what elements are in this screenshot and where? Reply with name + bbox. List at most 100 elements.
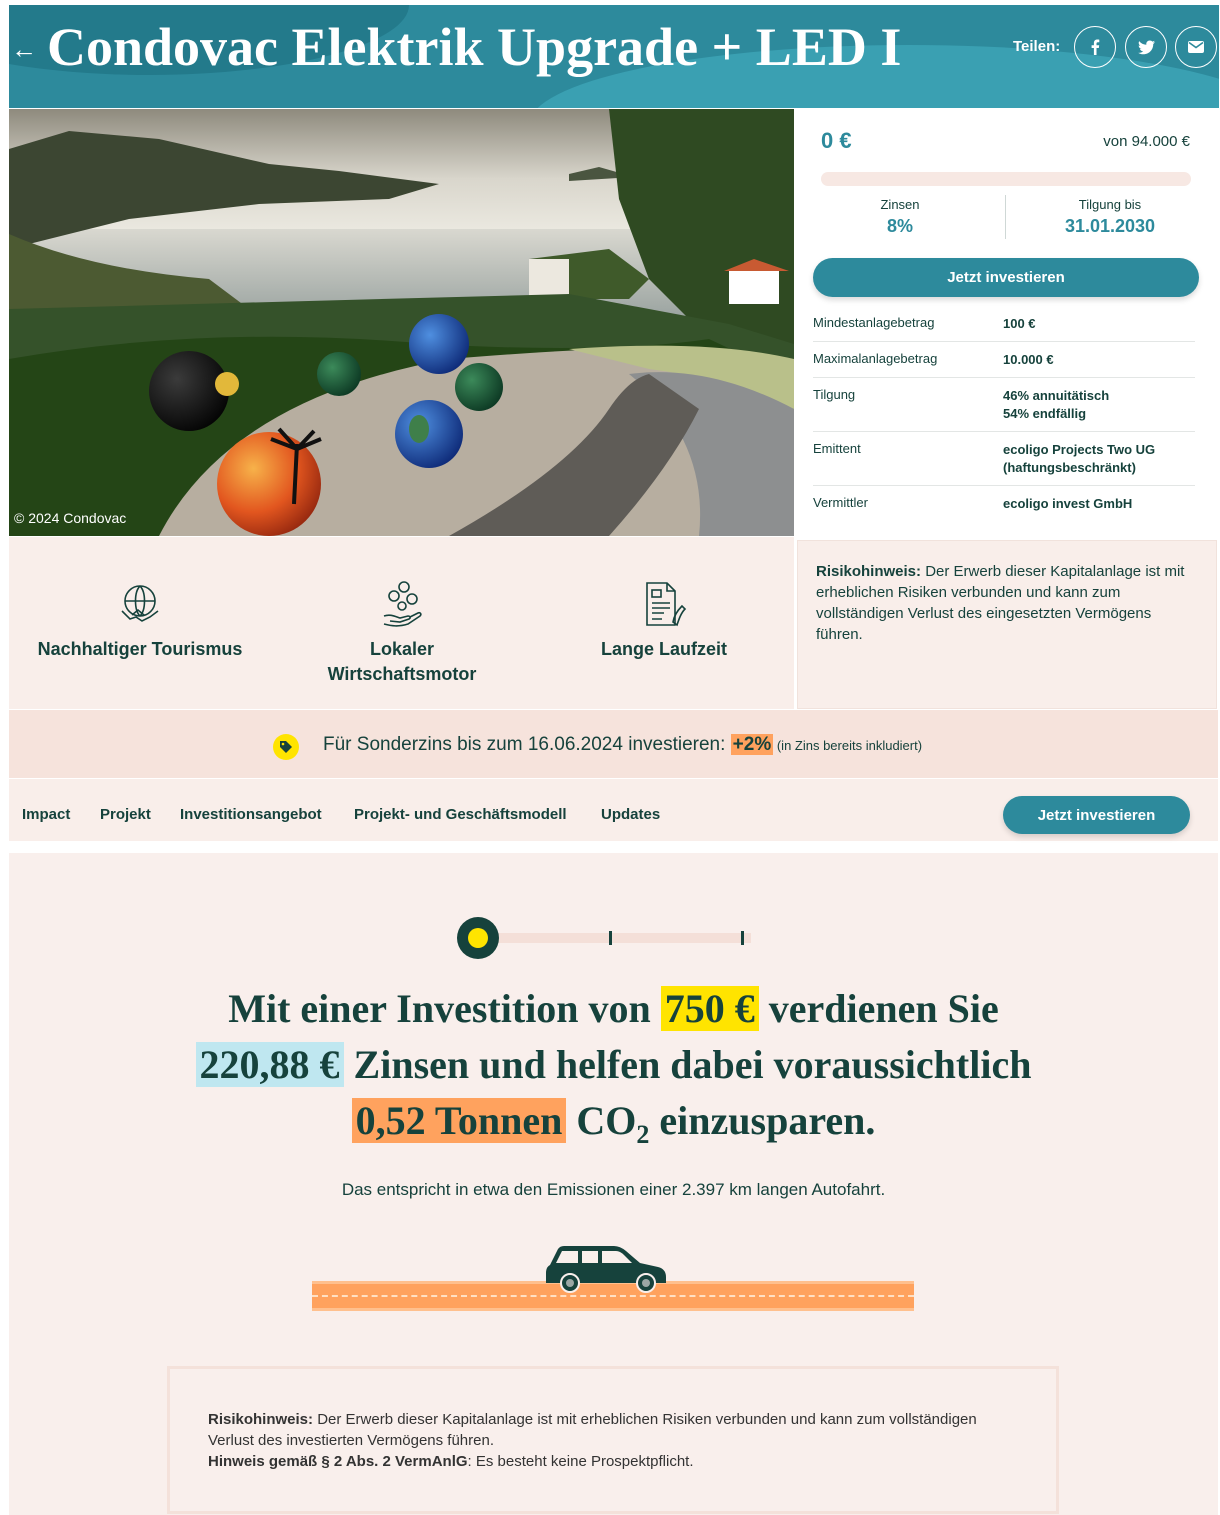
mail-share-button[interactable] (1175, 26, 1217, 68)
headline-text: CO (566, 1098, 637, 1143)
co2-subscript: 2 (636, 1120, 650, 1149)
funding-goal: von 94.000 € (1103, 133, 1190, 150)
section-nav: Impact Projekt Investitionsangebot Proje… (9, 779, 1218, 845)
detail-key: Maximalanlagebetrag (813, 351, 938, 366)
nav-item-projekt[interactable]: Projekt (100, 806, 151, 823)
detail-value-line: (haftungsbeschränkt) (1003, 460, 1136, 475)
road-marking (312, 1295, 914, 1297)
highlight-item: Nachhaltiger Tourismus (9, 580, 271, 662)
highlight-label-line: Lokaler (369, 639, 435, 659)
tag-icon (273, 734, 299, 760)
co2-amount: 0,52 Tonnen (351, 1098, 567, 1143)
legal-hint-text: : Es besteht keine Prospektpflicht. (467, 1453, 694, 1470)
detail-key: Vermittler (813, 495, 868, 510)
legal-risk-line: Risikohinweis: Der Erwerb dieser Kapital… (208, 1409, 1018, 1451)
detail-row: Tilgung 46% annuitätisch 54% endfällig (813, 378, 1195, 432)
page-header: ← Condovac Elektrik Upgrade + LED I Teil… (9, 5, 1219, 108)
risk-notice: Risikohinweis: Der Erwerb dieser Kapital… (797, 540, 1217, 709)
investment-slider-track[interactable] (487, 933, 751, 943)
highlight-item: Lokaler Wirtschaftsmotor (271, 580, 533, 687)
highlight-label-line: Wirtschaftsmotor (327, 664, 477, 684)
detail-row: Maximalanlagebetrag 10.000 € (813, 342, 1195, 378)
investment-amount: 750 € (660, 986, 759, 1031)
emissions-equivalent: Das entspricht in etwa den Emissionen ei… (341, 1180, 886, 1199)
page-title: Condovac Elektrik Upgrade + LED I (47, 17, 902, 77)
interest-label: Zinsen (880, 197, 920, 212)
headline-line: 220,88 € Zinsen und helfen dabei vorauss… (9, 1037, 1218, 1093)
highlight-label: Nachhaltiger Tourismus (37, 639, 243, 659)
invest-now-button[interactable]: Jetzt investieren (813, 258, 1199, 297)
detail-value-line: 46% annuitätisch (1003, 388, 1110, 403)
detail-key: Emittent (813, 441, 861, 456)
repayment-value: 31.01.2030 (1064, 216, 1156, 236)
detail-value-line: ecoligo Projects Two UG (1003, 442, 1156, 457)
legal-risk-title: Risikohinweis: (208, 1411, 314, 1428)
promo-text: Für Sonderzins bis zum 16.06.2024 invest… (323, 734, 922, 756)
detail-value: 46% annuitätisch 54% endfällig (1003, 387, 1195, 423)
detail-key: Mindestanlagebetrag (813, 315, 935, 330)
facebook-share-button[interactable] (1074, 26, 1116, 68)
nav-item-impact[interactable]: Impact (22, 806, 70, 823)
investment-slider-handle[interactable] (457, 917, 499, 959)
risk-notice-title: Risikohinweis: (816, 563, 922, 580)
highlight-label: Lokaler Wirtschaftsmotor (271, 637, 533, 687)
funding-progress-bar (821, 172, 1191, 186)
legal-hint-title: Hinweis gemäß § 2 Abs. 2 VermAnlG (208, 1453, 468, 1470)
handshake-globe-icon (121, 585, 159, 622)
headline-text: verdienen Sie (758, 986, 999, 1031)
repayment-label: Tilgung bis (1078, 197, 1142, 212)
promo-bonus: +2% (730, 734, 774, 755)
detail-value: ecoligo invest GmbH (1003, 496, 1133, 511)
raised-amount: 0 € (821, 128, 852, 153)
landscape-illustration (9, 109, 794, 536)
interest-stat: Zinsen 8% (805, 197, 995, 237)
headline-text: Mit einer Investition von (228, 986, 661, 1031)
contract-signature-icon (646, 582, 687, 627)
slider-handle-dot (468, 928, 488, 948)
nav-item-investitionsangebot[interactable]: Investitionsangebot (180, 806, 322, 823)
promo-message: Für Sonderzins bis zum 16.06.2024 invest… (323, 734, 731, 755)
investment-details: Mindestanlagebetrag 100 € Maximalanlageb… (813, 306, 1195, 521)
detail-row: Vermittler ecoligo invest GmbH (813, 486, 1195, 521)
nav-item-updates[interactable]: Updates (601, 806, 660, 823)
image-copyright: © 2024 Condovac (14, 510, 127, 526)
impact-calculator: Mit einer Investition von 750 € verdiene… (9, 853, 1218, 1515)
repayment-stat: Tilgung bis 31.01.2030 (1015, 197, 1205, 237)
headline-text: Zinsen und helfen dabei voraussichtlich (343, 1042, 1032, 1087)
legal-notice: Risikohinweis: Der Erwerb dieser Kapital… (167, 1366, 1059, 1514)
facebook-icon (1091, 39, 1100, 55)
promo-note: (in Zins bereits inkludiert) (773, 738, 923, 753)
interest-value: 8% (886, 216, 913, 236)
slider-tick (741, 931, 744, 945)
headline-line: Mit einer Investition von 750 € verdiene… (9, 981, 1218, 1037)
highlight-label: Lange Laufzeit (600, 639, 727, 659)
hand-coins-icon (383, 581, 422, 627)
detail-value: 10.000 € (1003, 352, 1054, 367)
investment-panel: 0 € von 94.000 € Zinsen 8% Tilgung bis 3… (795, 109, 1220, 536)
project-highlights: Nachhaltiger Tourismus Lokaler Wirtschaf… (9, 537, 794, 709)
detail-value-line: 54% endfällig (1003, 406, 1087, 421)
twitter-icon (1137, 39, 1155, 54)
slider-tick (609, 931, 612, 945)
detail-value: ecoligo Projects Two UG (haftungsbeschrä… (1003, 441, 1195, 477)
share-label: Teilen: (1013, 38, 1061, 55)
headline-line: 0,52 Tonnen CO2 einzusparen. (9, 1093, 1218, 1163)
nav-item-geschaeftsmodell[interactable]: Projekt- und Geschäftsmodell (354, 806, 567, 823)
interest-amount: 220,88 € (195, 1042, 344, 1087)
mail-icon (1188, 41, 1204, 53)
project-image: © 2024 Condovac (9, 109, 794, 536)
promo-banner: Für Sonderzins bis zum 16.06.2024 invest… (9, 710, 1218, 778)
stat-divider (1005, 195, 1006, 239)
legal-hint-line: Hinweis gemäß § 2 Abs. 2 VermAnlG: Es be… (208, 1451, 1018, 1472)
detail-row: Mindestanlagebetrag 100 € (813, 306, 1195, 342)
arrow-left-icon[interactable]: ← (11, 29, 37, 69)
nav-invest-now-button[interactable]: Jetzt investieren (1003, 796, 1190, 834)
twitter-share-button[interactable] (1125, 26, 1167, 68)
car-icon (546, 1246, 666, 1293)
detail-key: Tilgung (813, 387, 856, 402)
highlight-item: Lange Laufzeit (533, 580, 795, 662)
impact-headline: Mit einer Investition von 750 € verdiene… (9, 981, 1218, 1163)
detail-value: 100 € (1003, 316, 1036, 331)
legal-risk-text: Der Erwerb dieser Kapitalanlage ist mit … (208, 1411, 977, 1449)
detail-row: Emittent ecoligo Projects Two UG (haftun… (813, 432, 1195, 486)
